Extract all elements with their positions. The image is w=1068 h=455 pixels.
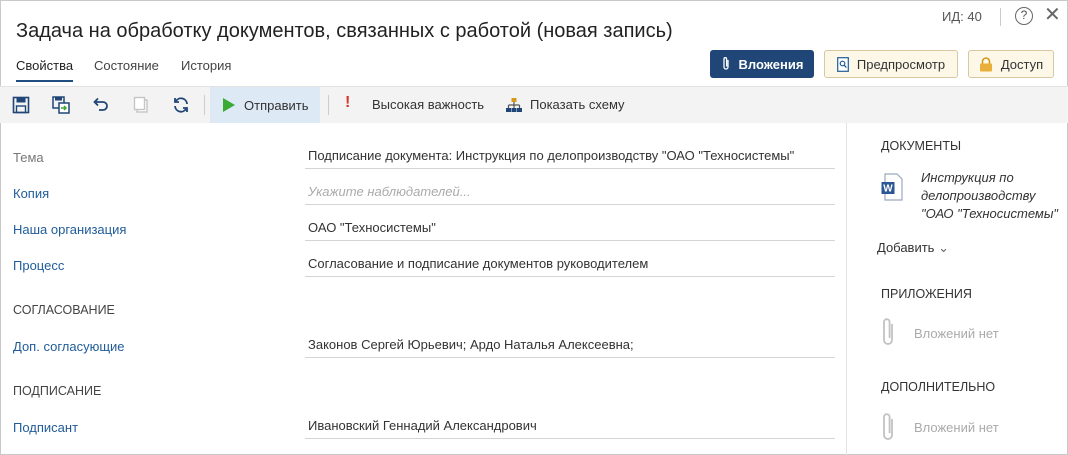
extra-empty-text: Вложений нет xyxy=(914,420,999,435)
help-icon[interactable]: ? xyxy=(1015,7,1033,25)
chevron-down-icon: ⌄ xyxy=(938,240,949,255)
toolbar-divider xyxy=(204,95,205,115)
attachments-empty-text: Вложений нет xyxy=(914,326,999,341)
preview-button-label: Предпросмотр xyxy=(856,56,946,72)
observers-input[interactable]: Укажите наблюдателей... xyxy=(305,181,835,205)
form-row-subject: Тема Подписание документа: Инструкция по… xyxy=(0,145,846,173)
form-row-process: Процесс Согласование и подписание докуме… xyxy=(0,253,846,281)
approvers-field[interactable]: Законов Сергей Юрьевич; Ардо Наталья Але… xyxy=(305,334,835,358)
word-doc-icon[interactable]: W xyxy=(881,173,903,201)
signer-field[interactable]: Ивановский Геннадий Александрович xyxy=(305,415,835,439)
paperclip-icon xyxy=(883,318,893,345)
save-icon[interactable] xyxy=(12,96,30,114)
high-importance-button[interactable]: Высокая важность xyxy=(372,97,484,112)
form-area: Тема Подписание документа: Инструкция по… xyxy=(0,123,846,455)
tab-properties[interactable]: Свойства xyxy=(16,58,74,82)
signer-label-link[interactable]: Подписант xyxy=(13,420,78,435)
attachments-button[interactable]: Вложения xyxy=(710,50,814,78)
refresh-icon[interactable] xyxy=(172,96,190,114)
access-button[interactable]: Доступ xyxy=(968,50,1054,78)
form-row-signer: Подписант Ивановский Геннадий Александро… xyxy=(0,415,846,443)
form-row-organization: Наша организация ОАО "Техносистемы" xyxy=(0,217,846,245)
play-icon xyxy=(223,98,235,112)
attachments-heading: ПРИЛОЖЕНИЯ xyxy=(881,287,972,301)
attachments-button-label: Вложения xyxy=(738,56,804,72)
scheme-icon xyxy=(506,98,522,112)
undo-icon[interactable] xyxy=(92,96,110,114)
side-panel: ДОКУМЕНТЫ W Инструкция по делопроизводст… xyxy=(846,123,1068,455)
organization-field[interactable]: ОАО "Техносистемы" xyxy=(305,217,835,241)
copy-icon[interactable] xyxy=(132,96,150,114)
form-row-approvers: Доп. согласующие Законов Сергей Юрьевич;… xyxy=(0,334,846,362)
add-document-dropdown[interactable]: Добавить ⌄ xyxy=(877,240,949,256)
send-button[interactable]: Отправить xyxy=(210,87,320,123)
record-id: ИД: 40 xyxy=(942,9,982,24)
preview-button[interactable]: Предпросмотр xyxy=(824,50,958,78)
save-close-icon[interactable] xyxy=(52,96,70,114)
toolbar: Отправить ! Высокая важность Показать сх… xyxy=(0,86,1068,123)
approvers-label-link[interactable]: Доп. согласующие xyxy=(13,339,125,354)
lock-icon xyxy=(979,56,992,71)
add-document-label: Добавить xyxy=(877,240,935,255)
tab-state[interactable]: Состояние xyxy=(94,58,159,80)
send-button-label: Отправить xyxy=(244,97,309,113)
dialog-header: Задача на обработку документов, связанны… xyxy=(0,0,1068,86)
subject-field[interactable]: Подписание документа: Инструкция по дело… xyxy=(305,145,835,169)
access-button-label: Доступ xyxy=(1000,56,1044,72)
svg-text:W: W xyxy=(883,184,893,195)
exclamation-icon: ! xyxy=(345,94,351,111)
subject-label: Тема xyxy=(13,150,44,165)
documents-heading: ДОКУМЕНТЫ xyxy=(881,139,962,153)
process-field[interactable]: Согласование и подписание документов рук… xyxy=(305,253,835,277)
paperclip-icon xyxy=(722,57,729,70)
copy-label-link[interactable]: Копия xyxy=(13,186,49,201)
page-title: Задача на обработку документов, связанны… xyxy=(16,20,673,42)
approval-section-heading: СОГЛАСОВАНИЕ xyxy=(13,303,115,317)
show-scheme-button[interactable]: Показать схему xyxy=(530,97,625,112)
document-link[interactable]: Инструкция по делопроизводству "ОАО "Тех… xyxy=(921,169,1067,223)
toolbar-divider xyxy=(328,95,329,115)
organization-label-link[interactable]: Наша организация xyxy=(13,222,126,237)
extra-heading: ДОПОЛНИТЕЛЬНО xyxy=(881,380,996,394)
signing-section-heading: ПОДПИСАНИЕ xyxy=(13,384,102,398)
paperclip-icon xyxy=(883,413,893,440)
tab-history[interactable]: История xyxy=(181,58,231,80)
process-label-link[interactable]: Процесс xyxy=(13,258,64,273)
magnifier-doc-icon xyxy=(837,56,849,72)
header-divider xyxy=(1000,8,1001,26)
close-icon[interactable]: ✕ xyxy=(1044,5,1061,25)
form-row-copy: Копия Укажите наблюдателей... xyxy=(0,181,846,209)
